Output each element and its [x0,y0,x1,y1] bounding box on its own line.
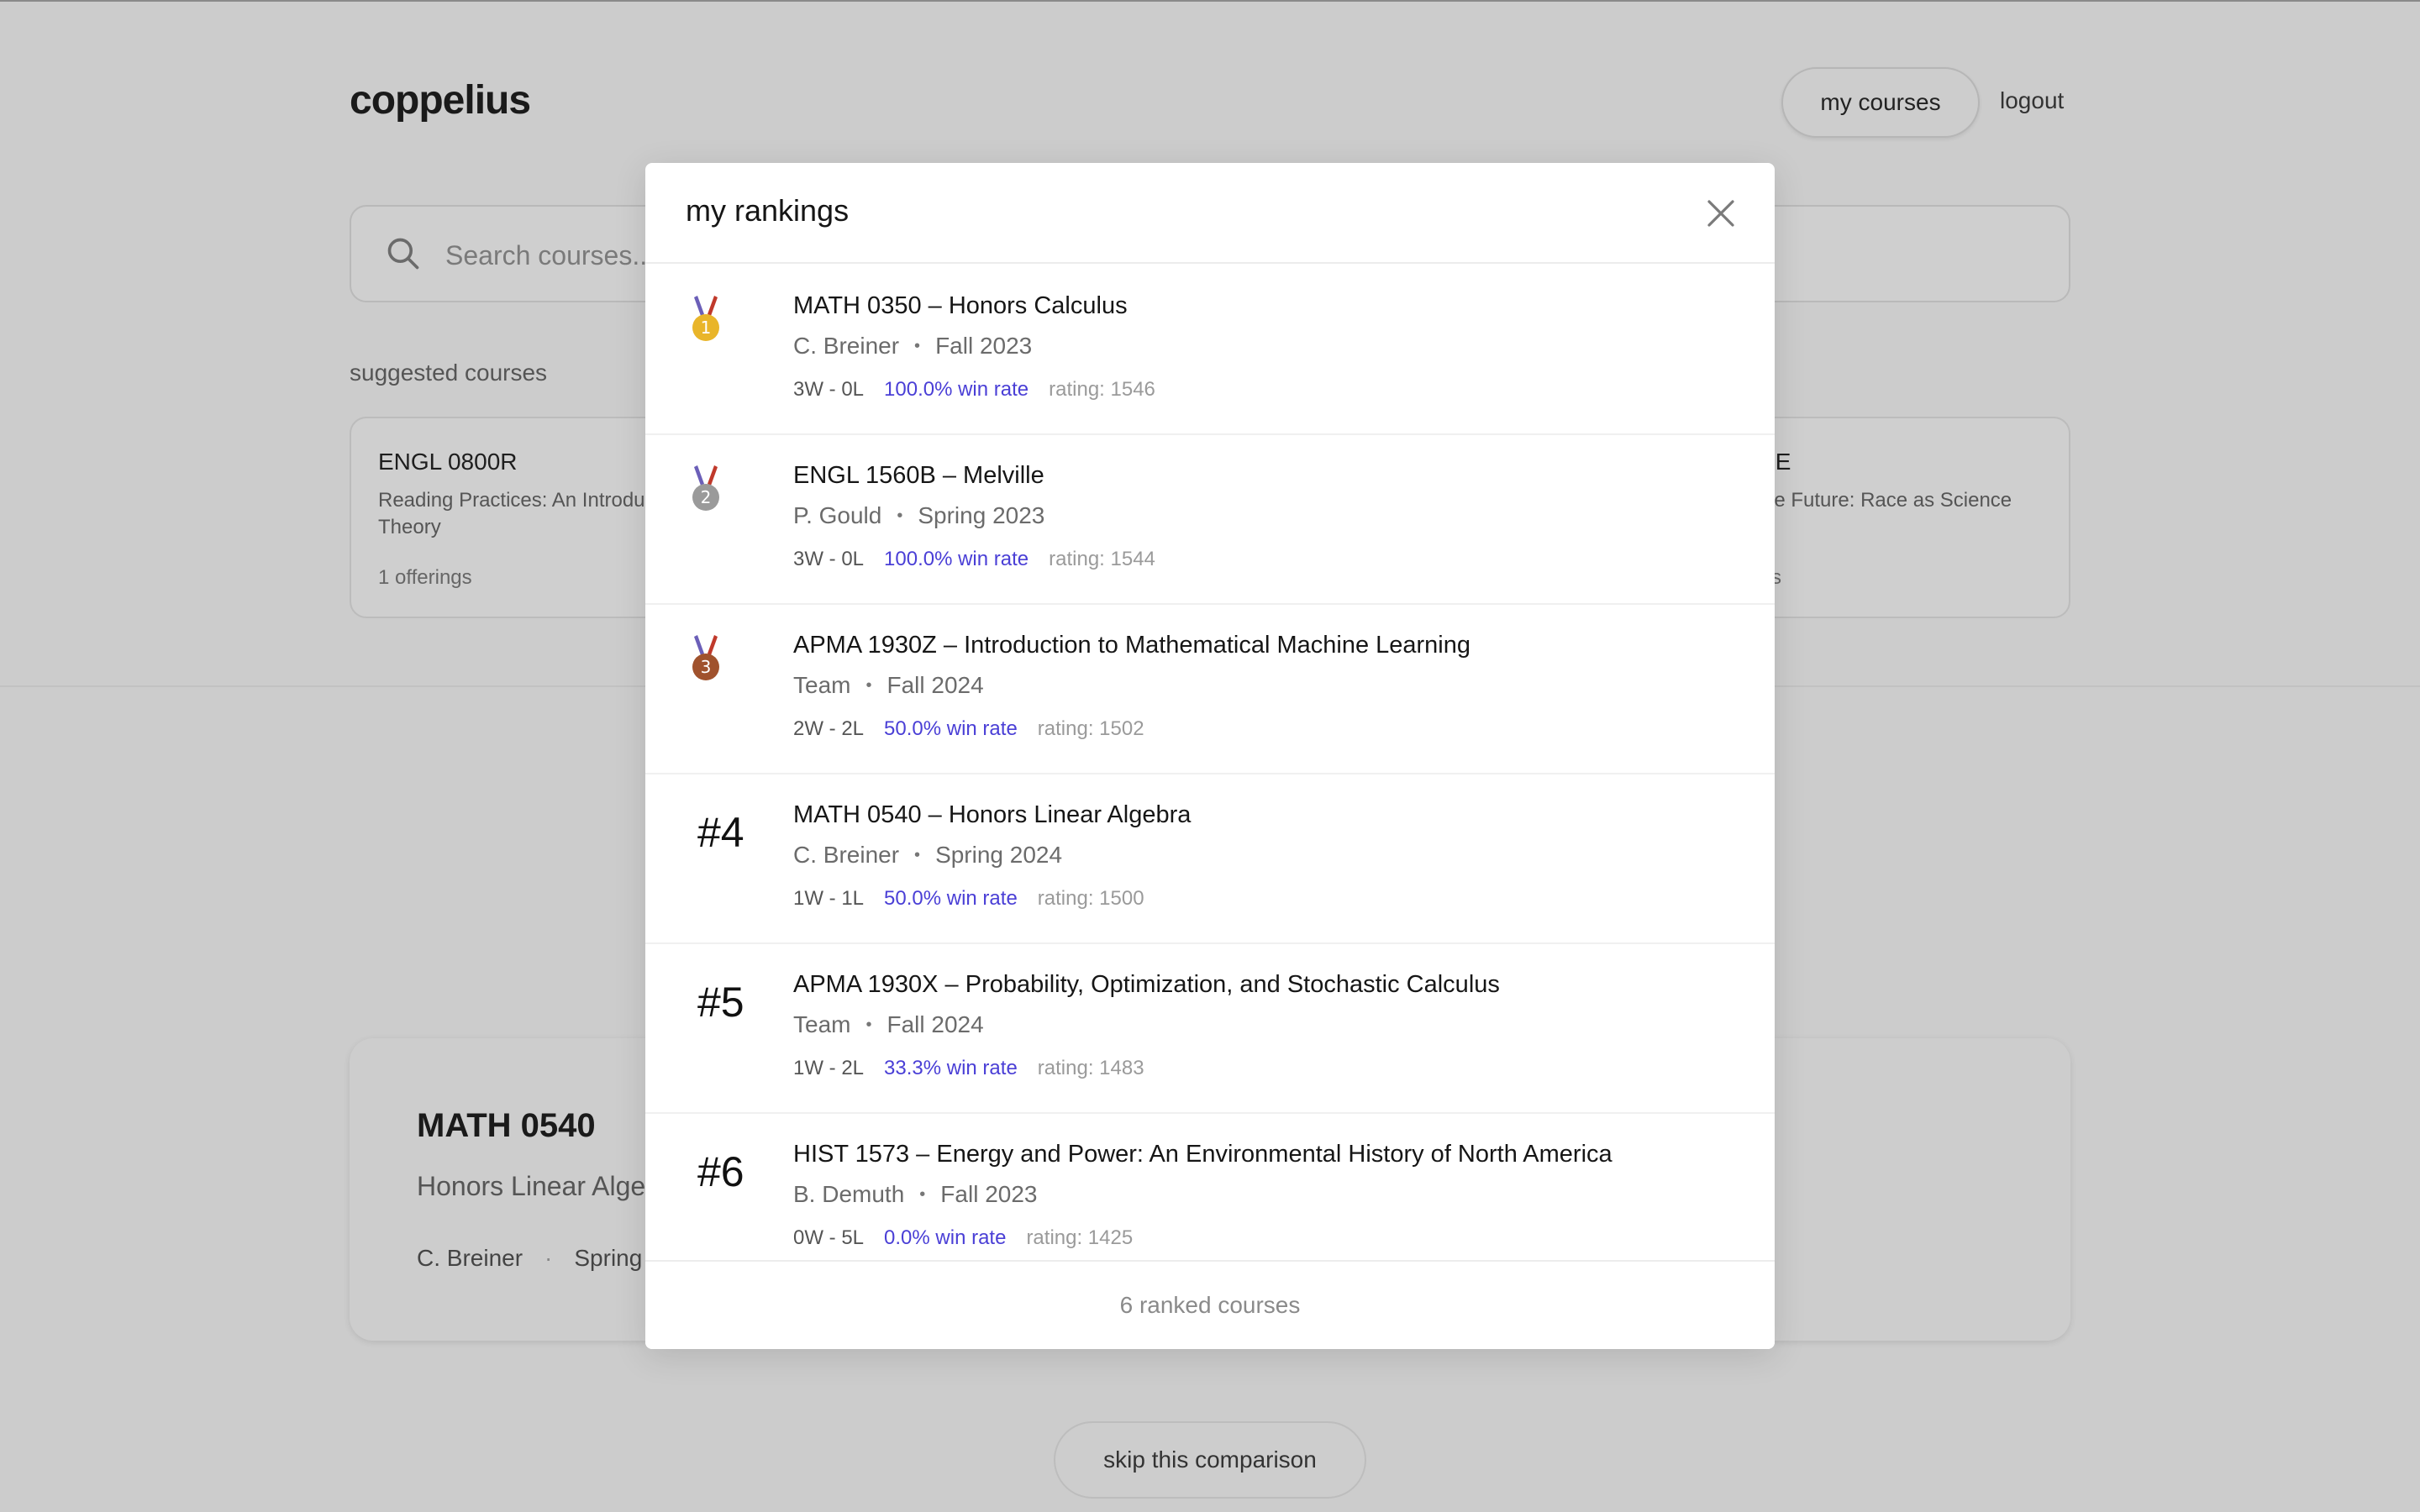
bronze-medal-icon: 3 [692,635,719,680]
rating-value: rating: 1546 [1049,378,1155,401]
win-rate: 0.0% win rate [884,1226,1007,1249]
win-loss-record: 0W - 5L [793,1226,865,1249]
instructor-name: C. Breiner [793,333,900,359]
gold-medal-icon: 1 [692,296,719,341]
win-loss-record: 3W - 0L [793,378,865,401]
ranked-course-meta: P. Gould • Spring 2023 [793,502,1044,529]
my-courses-button[interactable]: my courses [1781,67,1980,138]
rating-value: rating: 1544 [1049,548,1155,570]
separator-bullet: • [865,675,872,695]
rank-number: #4 [697,809,744,856]
rankings-list[interactable]: 1 MATH 0350 – Honors Calculus C. Breiner • F… [645,265,1775,1349]
instructor-name: P. Gould [793,502,882,528]
win-rate: 100.0% win rate [884,378,1029,401]
course-code: ENGL 0800R [378,449,518,475]
skip-comparison-button[interactable]: skip this comparison [1054,1421,1366,1499]
ranked-courses-count: 6 ranked courses [645,1260,1775,1349]
search-icon [387,238,419,270]
medal-rank-number: 3 [701,657,712,677]
ranked-course-meta: Team • Fall 2024 [793,1011,984,1038]
course-term: Spring 2023 [918,502,1045,528]
suggested-courses-heading: suggested courses [350,360,548,386]
rating-value: rating: 1425 [1026,1226,1134,1249]
rating-value: rating: 1502 [1037,717,1144,740]
modal-header: my rankings [645,163,1775,264]
rating-value: rating: 1483 [1037,1057,1144,1079]
medal-rank-number: 2 [701,487,712,507]
comparison-course-name: Honors Linear Algebra [417,1171,685,1201]
ranked-course-stats: 1W - 1L 50.0% win rate rating: 1500 [793,887,1144,911]
ranked-course-stats: 2W - 2L 50.0% win rate rating: 1502 [793,717,1144,741]
ranked-course-stats: 3W - 0L 100.0% win rate rating: 1544 [793,548,1155,571]
ranked-course-meta: Team • Fall 2024 [793,672,984,699]
ranked-course-meta: C. Breiner • Fall 2023 [793,333,1032,360]
ranking-row[interactable]: 1 MATH 0350 – Honors Calculus C. Breiner • F… [645,265,1775,435]
offerings-count: 1 offerings [378,566,472,589]
ranking-row[interactable]: 3 APMA 1930Z – Introduction to Mathematic… [645,605,1775,774]
ranking-row[interactable]: #5 APMA 1930X – Probability, Optimization… [645,944,1775,1114]
comparison-course-code: MATH 0540 [417,1107,596,1144]
close-icon[interactable] [1701,193,1741,234]
rank-number: #6 [697,1148,744,1195]
separator-bullet: • [914,845,921,864]
ranked-course-meta: C. Breiner • Spring 2024 [793,842,1062,869]
win-rate: 50.0% win rate [884,717,1018,740]
win-rate: 100.0% win rate [884,548,1029,570]
instructor-name: Team [793,1011,851,1037]
course-description: he Future: Race as Science [1763,489,2012,512]
course-term: Fall 2024 [886,1011,984,1037]
ranked-course-stats: 3W - 0L 100.0% win rate rating: 1546 [793,378,1155,402]
win-loss-record: 1W - 2L [793,1057,865,1079]
app-logo[interactable]: coppelius [350,77,531,123]
ranked-course-title: MATH 0350 – Honors Calculus [793,292,1128,319]
instructor-name: Team [793,672,851,698]
course-term: Fall 2023 [940,1181,1038,1207]
ranked-course-stats: 1W - 2L 33.3% win rate rating: 1483 [793,1057,1144,1080]
instructor-name: B. Demuth [793,1181,905,1207]
ranking-row[interactable]: #4 MATH 0540 – Honors Linear Algebra C. Br… [645,774,1775,944]
instructor-name: C. Breiner [793,842,900,868]
comparison-instructor: C. Breiner [417,1245,523,1271]
win-rate: 33.3% win rate [884,1057,1018,1079]
rank-number: #5 [697,979,744,1026]
rankings-modal: my rankings 1 MATH 0350 – Honors Calculus… [645,163,1775,1349]
win-rate: 50.0% win rate [884,887,1018,910]
ranking-row[interactable]: #6 HIST 1573 – Energy and Power: An Envir… [645,1114,1775,1284]
separator-bullet: • [865,1015,872,1034]
silver-medal-icon: 2 [692,465,719,511]
win-loss-record: 2W - 2L [793,717,865,740]
ranked-course-title: HIST 1573 – Energy and Power: An Environ… [793,1141,1612,1168]
course-term: Spring 2024 [935,842,1063,868]
separator-bullet: • [914,336,921,355]
separator-dot: · [544,1245,553,1271]
modal-title: my rankings [686,193,850,228]
course-term: Fall 2024 [886,672,984,698]
ranked-course-title: MATH 0540 – Honors Linear Algebra [793,801,1192,828]
win-loss-record: 3W - 0L [793,548,865,570]
ranked-course-title: APMA 1930X – Probability, Optimization, … [793,971,1500,998]
rating-value: rating: 1500 [1037,887,1144,910]
top-border [0,0,2420,2]
separator-bullet: • [919,1184,926,1204]
ranked-course-stats: 0W - 5L 0.0% win rate rating: 1425 [793,1226,1133,1250]
separator-bullet: • [897,506,903,525]
ranked-course-meta: B. Demuth • Fall 2023 [793,1181,1037,1208]
logout-link[interactable]: logout [2000,87,2064,114]
ranked-course-title: APMA 1930Z – Introduction to Mathematica… [793,632,1471,659]
course-term: Fall 2023 [935,333,1033,359]
ranking-row[interactable]: 2 ENGL 1560B – Melville P. Gould • Spring 20… [645,435,1775,605]
win-loss-record: 1W - 1L [793,887,865,910]
medal-rank-number: 1 [701,318,712,338]
ranked-course-title: ENGL 1560B – Melville [793,462,1044,489]
